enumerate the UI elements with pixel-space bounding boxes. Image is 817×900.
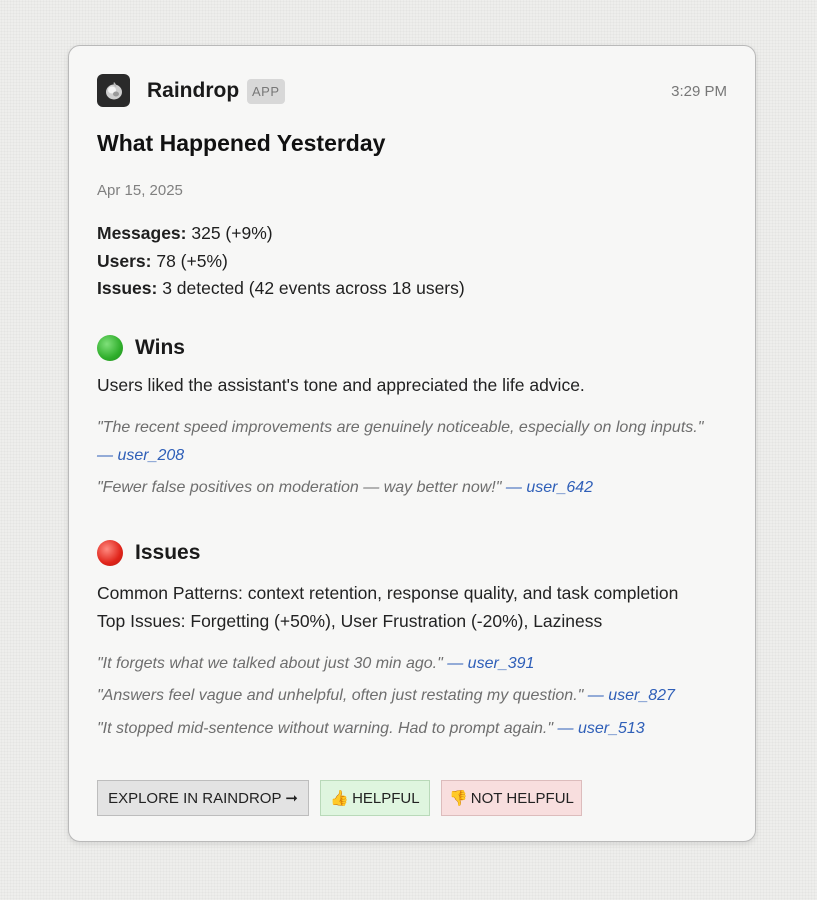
helpful-button[interactable]: 👍 HELPFUL xyxy=(320,780,430,816)
issues-patterns: Common Patterns: context retention, resp… xyxy=(97,583,679,603)
issues-quote: "It forgets what we talked about just 30… xyxy=(97,655,535,672)
user-link[interactable]: — user_513 xyxy=(558,720,645,737)
stats-list: Messages: 325 (+9%) Users: 78 (+5%) Issu… xyxy=(97,220,465,303)
app-name[interactable]: Raindrop xyxy=(147,79,239,103)
stat-messages: Messages: 325 (+9%) xyxy=(97,223,273,243)
user-link[interactable]: — user_642 xyxy=(506,479,593,496)
explore-button[interactable]: EXPLORE IN RAINDROP ➞ xyxy=(97,780,309,816)
report-date: Apr 15, 2025 xyxy=(97,182,183,199)
notification-card: Raindrop APP 3:29 PM What Happened Yeste… xyxy=(68,45,756,842)
issues-heading-label: Issues xyxy=(135,541,201,564)
issues-quote: "It stopped mid-sentence without warning… xyxy=(97,720,645,737)
green-circle-icon xyxy=(97,335,123,361)
raindrop-logo-icon xyxy=(97,74,130,107)
issues-quote: "Answers feel vague and unhelpful, often… xyxy=(97,687,675,704)
stat-users: Users: 78 (+5%) xyxy=(97,250,228,271)
issues-top: Top Issues: Forgetting (+50%), User Frus… xyxy=(97,611,603,631)
user-link[interactable]: — user_391 xyxy=(447,655,534,672)
stat-issues: Issues: 3 detected (42 events across 18 … xyxy=(97,278,465,298)
thumbs-down-icon: 👎 xyxy=(449,790,468,807)
wins-heading-label: Wins xyxy=(135,336,185,359)
report-title: What Happened Yesterday xyxy=(97,130,386,156)
wins-quote: "The recent speed improvements are genui… xyxy=(97,419,704,464)
not-helpful-button[interactable]: 👎 NOT HELPFUL xyxy=(441,780,582,816)
issues-heading: Issues xyxy=(97,540,200,566)
wins-quote: "Fewer false positives on moderation — w… xyxy=(97,479,594,496)
wins-heading: Wins xyxy=(97,335,185,361)
thumbs-up-icon: 👍 xyxy=(330,790,350,807)
wins-summary: Users liked the assistant's tone and app… xyxy=(97,375,585,395)
app-badge: APP xyxy=(247,79,285,104)
red-circle-icon xyxy=(97,540,123,566)
user-link[interactable]: — user_827 xyxy=(588,687,675,704)
timestamp: 3:29 PM xyxy=(671,83,727,100)
user-link[interactable]: — user_208 xyxy=(97,447,184,464)
